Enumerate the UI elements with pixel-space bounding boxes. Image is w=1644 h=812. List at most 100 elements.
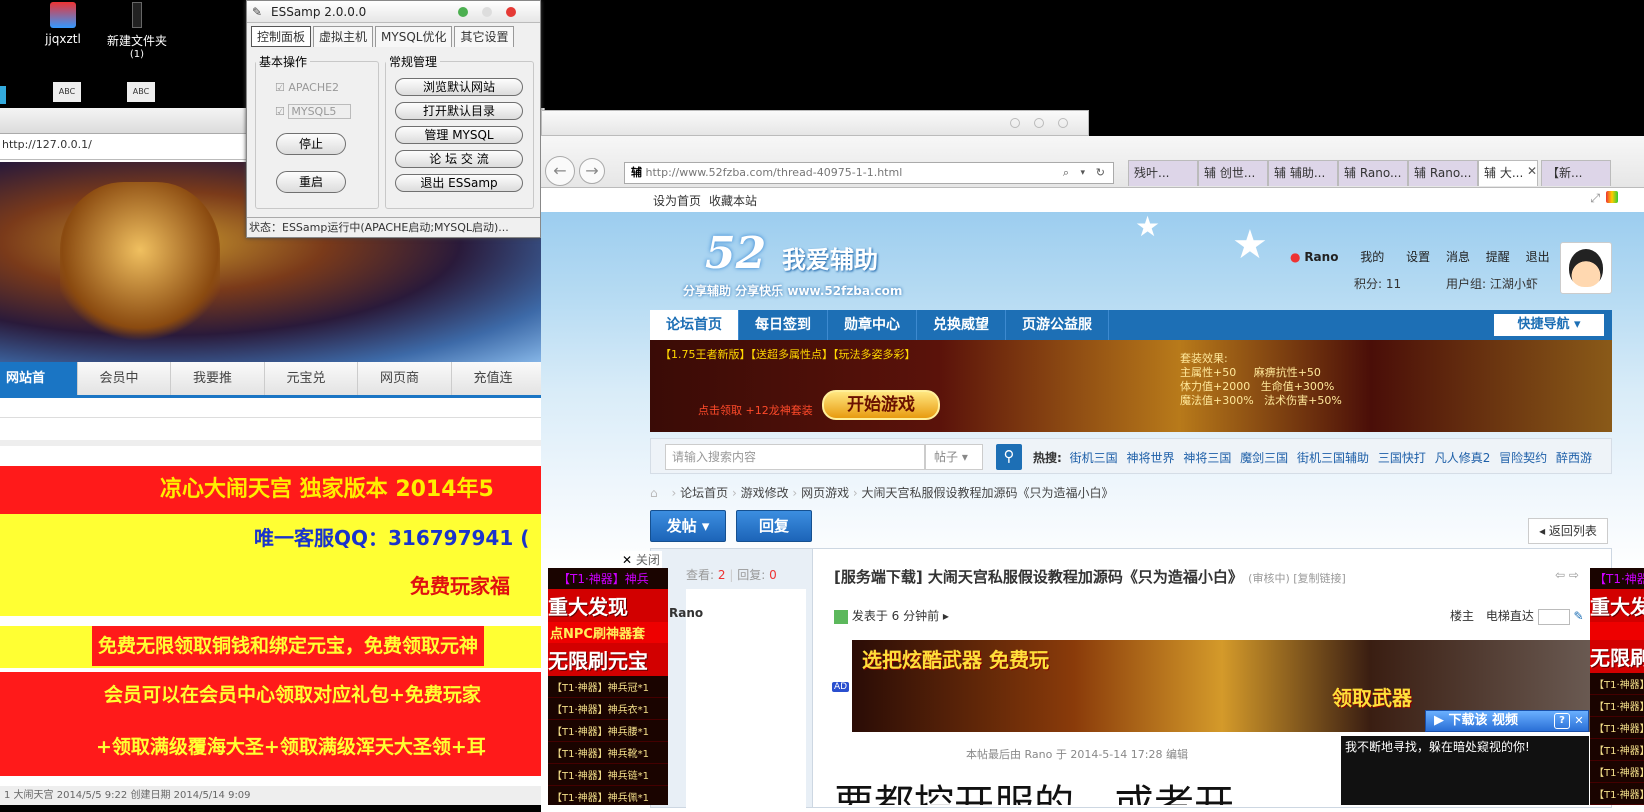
left-nav-promote[interactable]: 我要推广 — [171, 362, 265, 419]
tab-close-icon[interactable]: ✕ — [1527, 164, 1537, 178]
tab-control-panel[interactable]: 控制面板 — [251, 26, 312, 47]
mysql-select[interactable]: MYSQL5 — [288, 104, 352, 119]
pencil-icon[interactable]: ✎ — [1574, 609, 1584, 623]
browse-default-site-button[interactable]: 浏览默认网站 — [395, 78, 523, 96]
site-logo-text[interactable]: 我爱辅助 — [782, 240, 878, 275]
search-input[interactable]: 请输入搜索内容 — [665, 444, 925, 470]
nav-medal-center[interactable]: 勋章中心 — [828, 310, 917, 340]
apache-checkbox[interactable]: ☑ APACHE2 — [275, 81, 339, 94]
close-icon[interactable] — [506, 7, 516, 17]
usergroup-link[interactable]: 用户组: 江湖小虾 — [1446, 275, 1538, 292]
bookmark-link[interactable]: 收藏本站 — [709, 192, 757, 209]
hot-word[interactable]: 三国快打 — [1378, 451, 1426, 465]
site-logo-number[interactable]: 52 — [705, 228, 766, 279]
game-ad-banner[interactable]: 【1.75王者新版】【送超多属性点】【玩法多姿多彩】 点击领取 +12龙神套装 … — [650, 340, 1612, 432]
left-nav-exchange[interactable]: 元宝兑换 — [264, 362, 358, 419]
notifications-link[interactable]: 提醒 — [1486, 250, 1510, 264]
search-type-select[interactable]: 帖子 ▾ — [925, 444, 983, 470]
browser-tab-7[interactable]: 【新... — [1541, 160, 1611, 186]
desktop-icon-abc-2[interactable]: ABC — [96, 82, 186, 106]
left-nav-member[interactable]: 会员中心 — [77, 362, 171, 419]
stop-button[interactable]: 停止 — [276, 133, 346, 155]
avatar[interactable] — [1560, 242, 1612, 294]
hot-word[interactable]: 神将世界 — [1126, 451, 1174, 465]
username-link[interactable]: Rano — [1304, 250, 1338, 264]
desktop-icon-partial[interactable] — [0, 86, 6, 104]
return-list-button[interactable]: ◂ 返回列表 — [1528, 518, 1608, 544]
exit-essamp-button[interactable]: 退出 ESSamp — [395, 174, 523, 192]
left-nav-home[interactable]: 网站首页 — [0, 362, 78, 419]
essamp-titlebar[interactable]: ✎ ESSamp 2.0.0.0 — [247, 1, 540, 23]
nav-daily-checkin[interactable]: 每日签到 — [739, 310, 828, 340]
left-side-ad[interactable]: 【T1·神器】神兵 重大发现 点NPC刷神器套 无限刷元宝 【T1·神器】神兵冠… — [548, 568, 668, 805]
my-link[interactable]: 我的 — [1360, 250, 1384, 264]
close-icon[interactable]: ✕ — [1572, 713, 1586, 729]
restart-button[interactable]: 重启 — [276, 171, 346, 193]
browser-tab-5[interactable]: 辅 Rano... — [1408, 160, 1478, 186]
tab-other-settings[interactable]: 其它设置 — [454, 26, 515, 47]
thread-meta[interactable]: (审核中) [复制链接] — [1248, 572, 1346, 585]
hot-word[interactable]: 街机三国 — [1070, 451, 1118, 465]
hot-word[interactable]: 神将三国 — [1183, 451, 1231, 465]
home-icon[interactable]: ⌂ — [650, 486, 658, 500]
browser-tab-2[interactable]: 辅 创世... — [1198, 160, 1268, 186]
fullscreen-icon[interactable]: ⤢ — [1590, 191, 1600, 206]
reply-button[interactable]: 回复 — [736, 510, 812, 542]
minimize-icon[interactable] — [458, 7, 468, 17]
nav-webgame-server[interactable]: 页游公益服 — [1006, 310, 1109, 340]
maximize-icon[interactable] — [482, 7, 492, 17]
minimize-icon[interactable] — [1010, 118, 1020, 128]
settings-link[interactable]: 设置 — [1406, 250, 1430, 264]
nav-forum-home[interactable]: 论坛首页 — [650, 310, 739, 340]
chevron-down-icon[interactable]: ▾ — [1080, 163, 1085, 183]
hot-word[interactable]: 魔剑三国 — [1240, 451, 1288, 465]
jump-label: 电梯直达 — [1485, 609, 1534, 623]
left-nav-recharge[interactable]: 充值连接 — [451, 362, 545, 419]
right-side-ad[interactable]: 【T1·神器】神兵 重大发现 无限刷元宝 【T1·神器】神兵冠*1 【T1·神器… — [1590, 568, 1644, 805]
video-popup[interactable]: 我不断地寻找，躲在暗处窥视的你! — [1341, 736, 1589, 805]
manage-mysql-button[interactable]: 管理 MYSQL — [395, 126, 523, 144]
mysql-checkbox[interactable]: ☑ MYSQL5 — [275, 104, 352, 119]
set-homepage-link[interactable]: 设为首页 — [653, 192, 701, 209]
search-icon[interactable]: ⌕ — [1063, 163, 1069, 183]
start-game-button[interactable]: 开始游戏 — [822, 390, 940, 420]
browser-tab-1[interactable]: 残叶... — [1128, 160, 1198, 186]
close-ad-button[interactable]: ✕ 关闭 — [620, 551, 662, 568]
hot-word[interactable]: 醉西游 — [1556, 451, 1592, 465]
address-bar[interactable]: 辅 http://www.52fzba.com/thread-40975-1-1… — [624, 162, 1114, 184]
tab-mysql-optimize[interactable]: MYSQL优化 — [375, 26, 453, 47]
help-icon[interactable]: ? — [1554, 713, 1570, 729]
points-link[interactable]: 积分: 11 — [1354, 275, 1401, 292]
tab-virtual-host[interactable]: 虚拟主机 — [313, 26, 374, 47]
forward-button[interactable]: → — [579, 158, 605, 184]
breadcrumb-item[interactable]: 游戏修改 — [741, 486, 789, 500]
hot-word[interactable]: 冒险契约 — [1499, 451, 1547, 465]
right-browser-titlebar[interactable] — [541, 110, 1089, 136]
apps-icon[interactable] — [1606, 191, 1618, 203]
logout-link[interactable]: 退出 — [1526, 250, 1550, 264]
messages-link[interactable]: 消息 — [1446, 250, 1470, 264]
author-name[interactable]: Rano — [669, 606, 703, 620]
close-icon[interactable] — [1058, 118, 1068, 128]
browser-tab-4[interactable]: 辅 Rano... — [1338, 160, 1408, 186]
breadcrumb-item[interactable]: 网页游戏 — [801, 486, 849, 500]
breadcrumb-item[interactable]: 论坛首页 — [680, 486, 728, 500]
left-nav-shop[interactable]: 网页商城 — [358, 362, 452, 419]
hot-word[interactable]: 街机三国辅助 — [1297, 451, 1369, 465]
maximize-icon[interactable] — [1034, 118, 1044, 128]
hot-word[interactable]: 凡人修真2 — [1435, 451, 1491, 465]
back-button[interactable]: ← — [545, 156, 575, 186]
open-default-dir-button[interactable]: 打开默认目录 — [395, 102, 523, 120]
post-button[interactable]: 发帖 ▾ — [650, 510, 726, 542]
search-button[interactable]: ⚲ — [996, 444, 1022, 470]
jump-input[interactable] — [1537, 608, 1570, 625]
desktop-icon-new-folder[interactable]: 新建文件夹 (1) — [92, 2, 182, 60]
quick-nav-button[interactable]: 快捷导航 ▾ — [1494, 314, 1604, 336]
nav-exchange-prestige[interactable]: 兑换威望 — [917, 310, 1006, 340]
video-download-bar[interactable]: ▶ 下载该 视频 ? ✕ — [1425, 710, 1589, 732]
browser-tab-3[interactable]: 辅 辅助... — [1268, 160, 1338, 186]
refresh-icon[interactable]: ↻ — [1096, 163, 1105, 183]
forum-button[interactable]: 论 坛 交 流 — [395, 150, 523, 168]
prev-next-icons[interactable]: ⇦ ⇨ — [1555, 568, 1579, 582]
breadcrumb-item[interactable]: 大闹天宫私服假设教程加源码《只为造福小白》 — [862, 486, 1114, 500]
